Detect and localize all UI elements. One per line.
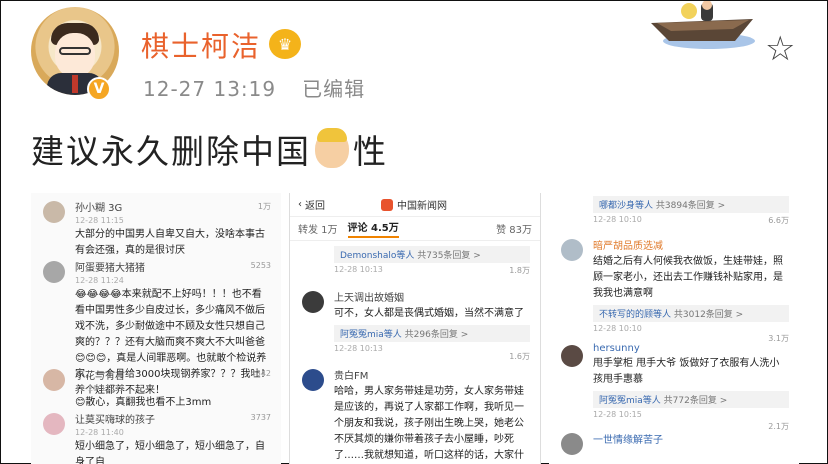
sub-reply-names: Demonshalo等人 <box>340 251 415 261</box>
sub-reply-more: 共3894条回复 > <box>655 201 726 211</box>
username[interactable]: 棋士柯洁 <box>141 25 261 65</box>
sub-reply-more: 共735条回复 > <box>417 251 481 261</box>
commenter-name: 小花与有言 <box>75 371 125 382</box>
verified-v-icon: V <box>87 77 111 101</box>
comment-item: hersunny 甩手掌柜 甩手大爷 饭做好了衣服有人洗小孩甩手惠慕 阿冤冤mi… <box>549 343 799 431</box>
back-chevron-icon: ‹ <box>298 199 302 210</box>
tab-repost: 转发 1万 <box>298 225 338 236</box>
comment-item: 暗严胡品质选减 结婚之后有人何候我衣做饭，生娃带娃，照顾一家老小，还出去工作赚钱… <box>549 237 799 343</box>
tab-comment: 评论 4.5万 <box>347 219 399 238</box>
crown-badge-icon[interactable]: ♛ <box>269 29 301 59</box>
commenter-name: 贵白FM <box>334 371 369 382</box>
commenter-name: 让莫买嗨球的孩子 <box>75 415 155 426</box>
man-face-emoji-icon <box>315 128 349 168</box>
sub-reply-names: 阿冤冤mia等人 <box>340 330 402 340</box>
sub-reply-names: 哪都沙身等人 <box>599 201 654 211</box>
commenter-avatar <box>43 369 65 391</box>
sub-reply-box: 阿冤冤mia等人 共772条回复 > <box>593 391 789 408</box>
like-count: 5253 <box>250 261 271 270</box>
like-count: 3737 <box>250 413 271 422</box>
commenter-avatar <box>302 369 324 391</box>
sub-reply-box: Demonshalo等人 共735条回复 > <box>334 246 530 263</box>
comment-item: 小花与有言 4342 12-28 11:35 😊散心，真翻我也看不上3mm <box>31 367 281 411</box>
post-text-before: 建议永久删除中国 <box>31 132 311 171</box>
comment-time: 12-28 11:35 <box>75 384 124 393</box>
like-count: 4342 <box>250 369 271 378</box>
sub-reply-more: 共772条回复 > <box>663 396 728 406</box>
comment-item: 让莫买嗨球的孩子 3737 12-28 11:40 短小细急了，短小细急了，短小… <box>31 411 281 464</box>
post-image-3[interactable]: 哪都沙身等人 共3894条回复 > 12-28 10:10 6.6万 暗严胡品质… <box>549 193 799 464</box>
comment-time: 12-28 11:40 <box>75 428 124 437</box>
avatar-tie <box>72 75 78 93</box>
post-image-2[interactable]: ‹ 返回 中国新闻网 转发 1万 评论 4.5万 赞 83万 Demonshal… <box>289 193 541 464</box>
comment-body: 大部分的中国男人自卑又自大，没啥本事古有会还强，真的是很讨厌 <box>75 229 265 256</box>
boat-decoration-icon <box>651 1 755 49</box>
sub-reply-more: 共296条回复 > <box>404 330 469 340</box>
sub-reply-box: 不转写的的顾等人 共3012条回复 > <box>593 305 789 322</box>
sub-reply-names: 不转写的的顾等人 <box>599 310 672 320</box>
commenter-avatar <box>561 239 583 261</box>
commenter-name: 阿蛋要猪大猪猪 <box>75 263 145 274</box>
comment-item: 一世情缘解苦子 <box>549 431 799 455</box>
post-meta: 12-27 13:19 已编辑 <box>143 73 365 102</box>
comment-time: 12-28 10:15 <box>593 410 642 419</box>
commenter-name: 暗严胡品质选减 <box>593 241 663 252</box>
commenter-name: 上天调出故婚姻 <box>334 293 404 304</box>
comment-time: 12-28 11:15 <box>75 216 124 225</box>
post-text: 建议永久删除中国 性 <box>31 125 388 173</box>
sub-reply-more: 共3012条回复 > <box>673 310 744 320</box>
commenter-name: 孙小糊 3G <box>75 203 123 214</box>
like-count: 1.6万 <box>509 352 530 361</box>
comment-time: 12-28 10:10 <box>593 215 642 224</box>
comment-time: 12-28 10:10 <box>593 324 642 333</box>
comment-body: 短小细急了，短小细急了，短小细急了，自身了自 <box>75 441 265 464</box>
commenter-name: 一世情缘解苦子 <box>593 435 663 446</box>
comment-time: 12-28 10:13 <box>334 344 383 353</box>
sub-reply-names: 阿冤冤mia等人 <box>599 396 661 406</box>
edited-label[interactable]: 已编辑 <box>302 77 365 101</box>
screenshot-tabs: 转发 1万 评论 4.5万 赞 83万 <box>290 217 540 241</box>
sub-reply-box: 阿冤冤mia等人 共296条回复 > <box>334 325 530 342</box>
avatar-glasses <box>59 47 91 55</box>
avatar-face <box>55 33 95 77</box>
post-timestamp: 12-27 13:19 <box>143 77 277 101</box>
comment-time: 12-28 10:13 <box>334 265 383 274</box>
comment-body: 结婚之后有人何候我衣做饭，生娃带娃，照顾一家老小，还出去工作赚钱补贴家用，是我我… <box>593 256 783 299</box>
commenter-avatar <box>561 345 583 367</box>
comment-body: 甩手掌柜 甩手大爷 饭做好了衣服有人洗小孩甩手惠慕 <box>593 358 780 385</box>
comment-item: 孙小糊 3G 1万 12-28 11:15 大部分的中国男人自卑又自大，没啥本事… <box>31 199 281 259</box>
commenter-avatar <box>302 291 324 313</box>
comment-item: 贵白FM 哈哈，男人家务带娃是功劳，女人家务带娃是应该的，再说了人家都工作啊，我… <box>290 367 540 464</box>
comment-item: Demonshalo等人 共735条回复 > 12-28 10:13 1.8万 <box>290 243 540 275</box>
comment-item: 上天调出故婚姻 可不，女人都是丧偶式婚姻，当然不满意了 阿冤冤mia等人 共29… <box>290 289 540 361</box>
comment-item: 哪都沙身等人 共3894条回复 > 12-28 10:10 6.6万 <box>549 193 799 225</box>
comment-body: 可不，女人都是丧偶式婚姻，当然不满意了 <box>334 308 524 319</box>
post-text-after: 性 <box>353 132 388 171</box>
tab-likes: 赞 83万 <box>496 225 532 236</box>
commenter-avatar <box>561 433 583 455</box>
comment-body: 哈哈，男人家务带娃是功劳，女人家务带娃是应该的，再说了人家都工作啊，我听见一个朋… <box>334 386 524 461</box>
commenter-avatar <box>43 413 65 435</box>
back-label: 返回 <box>305 201 325 212</box>
source-name: 中国新闻网 <box>397 201 447 212</box>
commenter-avatar <box>43 261 65 283</box>
like-count: 1.8万 <box>509 266 530 275</box>
like-count: 1万 <box>257 202 271 211</box>
post-image-1[interactable]: 孙小糊 3G 1万 12-28 11:15 大部分的中国男人自卑又自大，没啥本事… <box>31 193 281 464</box>
commenter-name: hersunny <box>593 343 640 354</box>
comment-time: 12-28 11:24 <box>75 276 124 285</box>
favorite-star-icon[interactable]: ☆ <box>765 29 795 69</box>
comment-body: 😊散心，真翻我也看不上3mm <box>75 397 212 408</box>
screenshot-topbar: ‹ 返回 中国新闻网 <box>290 193 540 217</box>
like-count: 6.6万 <box>768 216 789 225</box>
sub-reply-box: 哪都沙身等人 共3894条回复 > <box>593 196 789 213</box>
commenter-avatar <box>43 201 65 223</box>
source-title: 中国新闻网 <box>381 197 447 212</box>
news-logo-icon <box>381 199 393 211</box>
